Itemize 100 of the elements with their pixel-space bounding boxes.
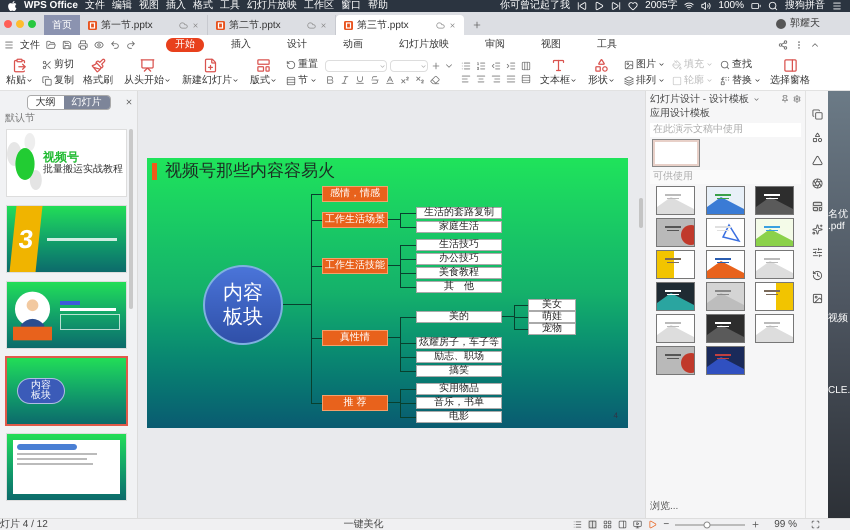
- underline-icon[interactable]: [355, 75, 365, 85]
- close-tab-icon[interactable]: [192, 22, 199, 28]
- volume-icon[interactable]: [701, 1, 712, 11]
- redo-icon[interactable]: [126, 40, 136, 50]
- reading-view-icon[interactable]: [618, 520, 628, 529]
- slide-thumbnail[interactable]: 视频号 批量搬运实战教程: [6, 129, 127, 197]
- toolbar-button[interactable]: 版式: [248, 56, 279, 88]
- menu-icon[interactable]: [832, 1, 842, 11]
- template-thumbnail[interactable]: [706, 218, 745, 247]
- zoom-percent[interactable]: 99 %: [774, 518, 797, 530]
- superscript-icon[interactable]: [400, 75, 410, 85]
- menu-item[interactable]: 插入: [166, 0, 186, 12]
- template-thumbnail[interactable]: [706, 282, 745, 311]
- ribbon-tab[interactable]: 幻灯片放映: [390, 38, 458, 52]
- settings-icon[interactable]: [793, 95, 801, 103]
- align-right-icon[interactable]: [491, 74, 501, 84]
- template-thumbnail[interactable]: [706, 346, 745, 375]
- menu-item[interactable]: 幻灯片放映: [246, 0, 297, 12]
- fit-icon[interactable]: [811, 520, 820, 529]
- align-left-icon[interactable]: [461, 74, 471, 84]
- template-thumbnail[interactable]: [755, 218, 794, 247]
- menu-item[interactable]: 工具: [220, 0, 240, 12]
- toolbar-button[interactable]: 形状: [586, 56, 617, 88]
- open-icon[interactable]: [46, 40, 56, 50]
- template-thumbnail[interactable]: [755, 282, 794, 311]
- template-thumbnail[interactable]: [656, 314, 695, 343]
- pin-icon[interactable]: [781, 95, 789, 103]
- image-icon[interactable]: [812, 293, 822, 304]
- toolbar-button[interactable]: 节: [286, 74, 318, 88]
- notes-icon[interactable]: [573, 520, 582, 529]
- toolbar-button[interactable]: 查找: [720, 58, 761, 72]
- slide-thumbnail[interactable]: [6, 281, 127, 349]
- close-tab-icon[interactable]: [449, 22, 456, 28]
- normal-view-icon[interactable]: [588, 520, 598, 529]
- toolbar-button[interactable]: 选择窗格: [768, 56, 812, 88]
- ribbon-tab[interactable]: 插入: [222, 38, 260, 52]
- template-thumbnail[interactable]: [656, 250, 695, 279]
- bold-icon[interactable]: [325, 75, 335, 85]
- italic-icon[interactable]: [340, 75, 350, 85]
- menu-icon[interactable]: [4, 40, 14, 50]
- apple-icon[interactable]: [8, 1, 17, 11]
- template-thumbnail[interactable]: [755, 314, 794, 343]
- close-tab-icon[interactable]: [320, 22, 327, 28]
- template-thumbnail[interactable]: [755, 186, 794, 215]
- toolbar-button[interactable]: 重置: [286, 58, 318, 72]
- file-menu[interactable]: 文件: [20, 38, 40, 52]
- justify-icon[interactable]: [506, 74, 516, 84]
- browse-link[interactable]: 浏览...: [650, 500, 678, 514]
- template-thumbnail[interactable]: [656, 346, 695, 375]
- menu-item[interactable]: 编辑: [112, 0, 132, 12]
- toolbar-button[interactable]: 图片: [624, 58, 665, 72]
- slide-thumbnail[interactable]: [6, 433, 127, 501]
- ribbon-tab[interactable]: 开始: [166, 38, 204, 52]
- template-thumbnail[interactable]: [656, 282, 695, 311]
- panel-tab[interactable]: 幻灯片: [64, 96, 110, 108]
- toolbar-button[interactable]: 粘贴: [4, 56, 35, 88]
- close-icon[interactable]: [125, 98, 133, 106]
- ribbon-tab[interactable]: 设计: [278, 38, 316, 52]
- next-icon[interactable]: [611, 1, 622, 11]
- font-name-field[interactable]: [325, 60, 387, 72]
- outdent-icon[interactable]: [491, 61, 501, 71]
- ribbon-tab[interactable]: 动画: [334, 38, 372, 52]
- toolbar-button[interactable]: 排列: [624, 74, 665, 88]
- font-color-icon[interactable]: [385, 75, 395, 85]
- toolbar-button[interactable]: 从头开始: [122, 56, 173, 88]
- template-thumbnail[interactable]: [656, 218, 695, 247]
- toolbar-button[interactable]: 新建幻灯片: [180, 56, 241, 88]
- history-icon[interactable]: [812, 270, 822, 281]
- ribbon-tab[interactable]: 工具: [588, 38, 626, 52]
- sliders-icon[interactable]: [812, 247, 822, 258]
- heart-icon[interactable]: [628, 1, 638, 11]
- ribbon-tab[interactable]: 视图: [532, 38, 570, 52]
- subscript-icon[interactable]: [415, 75, 425, 85]
- bullet-list-icon[interactable]: [461, 61, 471, 71]
- beautify-button[interactable]: 一键美化: [343, 518, 384, 530]
- shapes-icon[interactable]: [812, 132, 822, 143]
- triangle-icon[interactable]: [812, 155, 822, 166]
- app-name[interactable]: WPS Office: [24, 0, 78, 12]
- toolbar-button[interactable]: 剪切: [42, 58, 74, 72]
- zoom-in-icon[interactable]: [751, 520, 760, 529]
- aperture-icon[interactable]: [812, 178, 822, 189]
- copy-icon[interactable]: [812, 109, 822, 120]
- panel-tab[interactable]: 大纲: [28, 96, 64, 108]
- template-thumbnail[interactable]: [706, 250, 745, 279]
- numbered-list-icon[interactable]: [476, 61, 486, 71]
- template-icon[interactable]: [812, 201, 822, 212]
- caret-icon[interactable]: [752, 96, 760, 102]
- toolbar-button[interactable]: 复制: [42, 74, 74, 88]
- slide-thumbnail[interactable]: 内容板块: [6, 357, 127, 425]
- columns-icon[interactable]: [521, 61, 531, 71]
- section-label[interactable]: 默认节: [0, 113, 137, 125]
- pane-title[interactable]: 幻灯片设计 - 设计模板: [650, 92, 749, 106]
- menu-item[interactable]: 帮助: [368, 0, 388, 12]
- search-icon[interactable]: [768, 1, 778, 11]
- user-name[interactable]: 郭耀天: [790, 16, 820, 31]
- template-thumbnail[interactable]: [755, 250, 794, 279]
- share-icon[interactable]: [778, 40, 788, 50]
- document-tab[interactable]: 第三节.pptx: [336, 15, 464, 35]
- new-tab-icon[interactable]: [472, 20, 482, 30]
- zoom-out-button[interactable]: −: [663, 518, 670, 530]
